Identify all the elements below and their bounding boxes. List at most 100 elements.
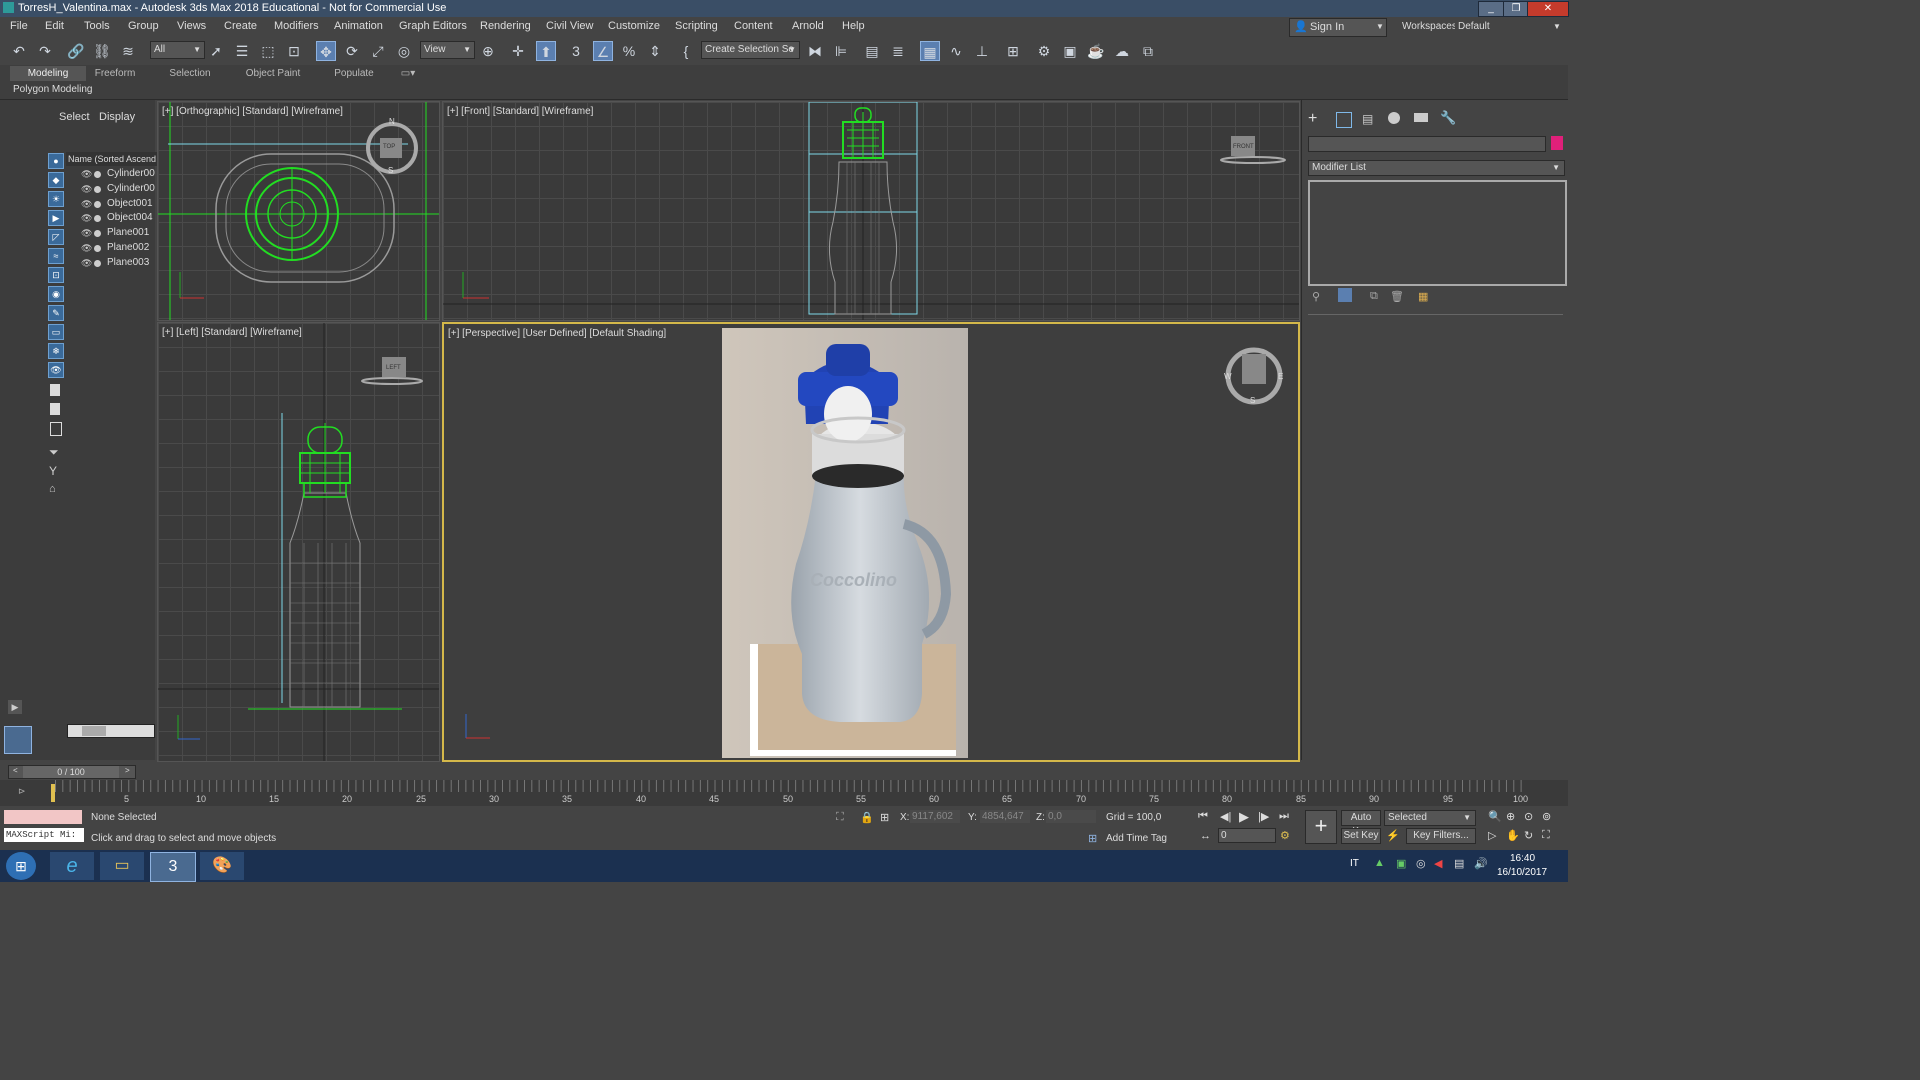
viewport-label[interactable]: [+] [Front] [Standard] [Wireframe] — [447, 106, 593, 117]
a360-gallery-icon[interactable]: ⧉ — [1138, 41, 1158, 61]
go-to-end-icon[interactable]: ⏭ — [1279, 810, 1289, 823]
time-tag-icon[interactable]: ⊞ — [1088, 832, 1097, 845]
select-and-place-icon[interactable]: ◎ — [394, 41, 414, 61]
snaps-toggle-icon[interactable]: 3 — [566, 41, 586, 61]
menu-file[interactable]: File — [10, 20, 28, 32]
select-object-icon[interactable]: ➚ — [206, 41, 226, 61]
minimize-button[interactable]: _ — [1478, 1, 1504, 17]
menu-help[interactable]: Help — [842, 20, 865, 32]
layer-explorer-icon[interactable]: ≣ — [888, 41, 908, 61]
absolute-mode-icon[interactable]: ⊞ — [880, 811, 889, 824]
key-mode-toggle-icon[interactable]: ↔ — [1200, 830, 1211, 842]
scrollbar-thumb[interactable] — [82, 726, 106, 736]
render-production-icon[interactable]: ☕ — [1086, 41, 1106, 61]
manipulate-icon[interactable]: ✛ — [508, 41, 528, 61]
display-groups-icon[interactable]: ⊡ — [48, 267, 64, 283]
edit-named-selection-icon[interactable]: { — [676, 41, 696, 61]
keyboard-shortcut-override-icon[interactable]: ⬆ — [536, 41, 556, 61]
list-item[interactable]: 👁 Cylinder00 — [81, 168, 155, 181]
hierarchy-tab-icon[interactable]: ▤ — [1362, 112, 1373, 126]
display-helpers-icon[interactable]: ◸ — [48, 229, 64, 245]
percent-snap-icon[interactable]: % — [619, 41, 639, 61]
internet-explorer-icon[interactable]: e — [50, 852, 94, 880]
display-all-icon[interactable] — [50, 384, 60, 396]
configure-modifier-sets-icon[interactable]: ▦ — [1418, 290, 1428, 303]
explorer-column-header[interactable]: Name (Sorted Ascend — [66, 152, 157, 166]
y-coordinate-field[interactable]: 4854,647 — [980, 810, 1030, 823]
menu-modifiers[interactable]: Modifiers — [274, 20, 319, 32]
viewport-perspective[interactable]: Coccolino [+] [Perspective] [User Define… — [442, 322, 1300, 762]
ribbon-toggle-icon[interactable]: ▦ — [920, 41, 940, 61]
tab-modeling[interactable]: Modeling — [10, 66, 86, 81]
select-and-move-icon[interactable]: ✥ — [316, 41, 336, 61]
time-slider-track[interactable]: < 0 / 100 > — [8, 765, 136, 779]
menu-civil-view[interactable]: Civil View — [546, 20, 593, 32]
key-mode-dropdown[interactable]: Selected ▼ — [1384, 810, 1476, 826]
polygon-modeling-label[interactable]: Polygon Modeling — [13, 84, 93, 95]
undo-icon[interactable]: ↶ — [9, 41, 29, 61]
add-time-tag[interactable]: Add Time Tag — [1106, 833, 1167, 844]
object-color-swatch[interactable] — [1551, 136, 1563, 150]
display-containers-icon[interactable]: ▭ — [48, 324, 64, 340]
app-icon[interactable] — [3, 2, 14, 13]
zoom-icon[interactable]: 🔍 — [1488, 810, 1502, 823]
tray-icon[interactable]: ▲ — [1374, 857, 1385, 869]
paint-icon[interactable]: 🎨 — [200, 852, 244, 880]
redo-icon[interactable]: ↷ — [35, 41, 55, 61]
sign-in-dropdown[interactable]: 👤 Sign In ▼ — [1289, 18, 1387, 37]
make-unique-icon[interactable]: ⧉ — [1370, 290, 1378, 303]
viewport-label[interactable]: [+] [Orthographic] [Standard] [Wireframe… — [162, 106, 343, 117]
maximize-viewport-icon[interactable]: ⛶ — [1542, 829, 1550, 842]
render-setup-icon[interactable]: ⚙ — [1034, 41, 1054, 61]
menu-graph-editors[interactable]: Graph Editors — [399, 20, 467, 32]
maxscript-mini-field[interactable]: MAXScript Mi: — [4, 828, 84, 842]
create-tab-icon[interactable]: + — [1308, 110, 1317, 128]
viewport-layout-icon[interactable] — [4, 726, 32, 754]
default-in-out-tangents-icon[interactable]: ⚡ — [1386, 829, 1400, 842]
schematic-view-icon[interactable]: ⊥ — [972, 41, 992, 61]
display-tab-icon[interactable] — [1414, 113, 1428, 122]
display-shapes-icon[interactable]: ◆ — [48, 172, 64, 188]
align-icon[interactable]: ⊫ — [831, 41, 851, 61]
motion-tab-icon[interactable] — [1388, 112, 1400, 124]
material-editor-icon[interactable]: ⊞ — [1003, 41, 1023, 61]
explorer-horizontal-scrollbar[interactable] — [67, 724, 155, 738]
mirror-icon[interactable]: ⧓ — [805, 41, 825, 61]
3ds-max-taskbar-icon[interactable]: 3 — [150, 852, 196, 882]
selection-filter-dropdown[interactable]: All ▼ — [150, 41, 205, 59]
display-lights-icon[interactable]: ☀ — [48, 191, 64, 207]
menu-group[interactable]: Group — [128, 20, 159, 32]
workspace-dropdown[interactable]: Default ▼ — [1455, 18, 1563, 35]
file-explorer-icon[interactable]: ▭ — [100, 852, 144, 880]
viewcube-face-label[interactable]: FRONT — [1233, 144, 1254, 150]
explorer-tab-select[interactable]: Select — [59, 111, 90, 123]
spinner-snap-icon[interactable]: ⇕ — [645, 41, 665, 61]
render-in-cloud-icon[interactable]: ☁ — [1112, 41, 1132, 61]
unlink-icon[interactable]: ⛓ — [92, 41, 112, 61]
utilities-tab-icon[interactable]: 🔧 — [1440, 110, 1456, 126]
viewport-top[interactable]: [+] [Orthographic] [Standard] [Wireframe… — [157, 101, 440, 321]
chevron-right-icon[interactable]: > — [125, 766, 130, 775]
find-icon[interactable]: ⌂ — [49, 483, 56, 495]
tab-selection[interactable]: Selection — [162, 66, 218, 81]
viewport-label[interactable]: [+] [Left] [Standard] [Wireframe] — [162, 327, 302, 338]
chevron-left-icon[interactable]: < — [13, 766, 18, 775]
modifier-list-dropdown[interactable]: Modifier List ▼ — [1308, 160, 1565, 176]
display-geometry-icon[interactable]: ● — [48, 153, 64, 169]
menu-animation[interactable]: Animation — [334, 20, 383, 32]
display-frozen-icon[interactable]: 👁 — [48, 362, 64, 378]
auto-key-button[interactable]: Auto Key — [1341, 810, 1381, 837]
tray-icon[interactable]: ▣ — [1396, 857, 1406, 870]
rendered-frame-window-icon[interactable]: ▣ — [1060, 41, 1080, 61]
maxscript-listener-field[interactable] — [4, 810, 82, 824]
remove-modifier-icon[interactable]: 🗑 — [1390, 290, 1404, 303]
curve-editor-icon[interactable]: ∿ — [946, 41, 966, 61]
menu-arnold[interactable]: Arnold — [792, 20, 824, 32]
list-item[interactable]: 👁 Cylinder00 — [81, 183, 155, 196]
current-frame-spinner[interactable]: 0 — [1218, 828, 1276, 843]
maximize-button[interactable]: ❐ — [1503, 1, 1529, 17]
named-selection-set-dropdown[interactable]: Create Selection Se ▼ — [701, 41, 800, 59]
tray-icon[interactable]: ◀ — [1434, 857, 1442, 870]
zoom-all-icon[interactable]: ⊕ — [1506, 810, 1515, 823]
zoom-extents-icon[interactable]: ⊙ — [1524, 810, 1533, 823]
